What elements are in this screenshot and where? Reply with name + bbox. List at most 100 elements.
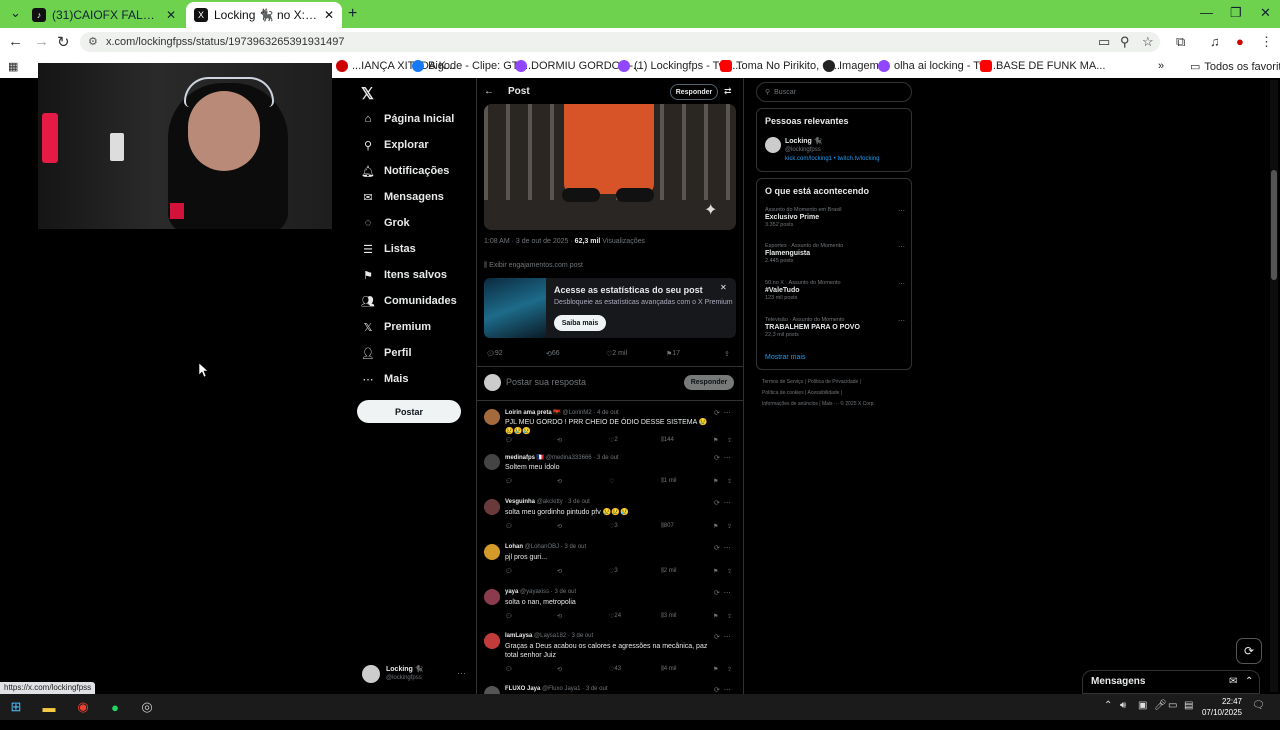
reload-icon[interactable]: ↻ <box>57 33 70 51</box>
footer-links-2[interactable]: Política de cookies | Acessibilidade | <box>762 390 842 396</box>
star-icon[interactable]: ☆ <box>1142 34 1154 50</box>
views-action[interactable]: ⫼ 144 <box>661 437 674 444</box>
close-tab-icon[interactable]: ✕ <box>324 8 334 22</box>
chevron-up-icon[interactable]: ⌃ <box>1104 700 1112 711</box>
notifications-icon[interactable]: 🗨︎ <box>1252 700 1265 711</box>
share-icon[interactable]: ⇪ <box>727 666 732 673</box>
bookmark-icon[interactable]: ⚑ <box>713 523 718 530</box>
bookmark-icon[interactable]: ⚑ <box>713 666 718 673</box>
microphone-icon[interactable]: 🎤︎ <box>1154 700 1167 711</box>
messages-drawer[interactable]: Mensagens ✉ ⌃ <box>1082 670 1260 694</box>
more-icon[interactable]: ⋯ <box>898 207 905 215</box>
avatar[interactable] <box>484 633 500 649</box>
avatar[interactable] <box>484 409 500 425</box>
repost-action[interactable]: ⟲ 66 <box>546 350 560 358</box>
grok-more-icons[interactable]: ⟳ ⋯ <box>714 686 731 694</box>
repost-icon[interactable]: ⟲ <box>557 437 562 444</box>
grok-more-icons[interactable]: ⟳ ⋯ <box>714 409 731 417</box>
bookmark-icon[interactable]: ⚑ <box>713 437 718 444</box>
file-explorer-icon[interactable]: ▬ <box>40 698 58 716</box>
reply-author[interactable]: Vesguinha <box>505 499 535 505</box>
sidebar-item-grok[interactable]: ◌ Grok <box>362 212 410 234</box>
browser-tab-1[interactable]: ♪ (31)CAIOFX FALANDO DO ALB... ✕ <box>24 2 184 28</box>
footer-links-3[interactable]: Informações de anúncios | Mais ··· © 202… <box>762 401 875 407</box>
like-action[interactable]: ♡ 24 <box>609 613 621 620</box>
spotify-icon[interactable]: ● <box>106 698 124 716</box>
volume-icon[interactable]: 🔊︎ <box>1120 700 1126 711</box>
reply-icon[interactable]: 💬︎ <box>505 613 513 620</box>
learn-more-button[interactable]: Saiba mais <box>554 315 606 331</box>
footer-links-1[interactable]: Termos de Serviço | Política de Privacid… <box>762 379 861 385</box>
browser-tab-2[interactable]: X Locking 🐈‍⬛ no X: "explica pra u ✕ <box>186 2 342 28</box>
more-bookmarks-icon[interactable]: » <box>1158 60 1164 72</box>
avatar[interactable] <box>484 544 500 560</box>
media-icon[interactable]: ♫ <box>1210 34 1220 49</box>
avatar[interactable] <box>484 589 500 605</box>
close-icon[interactable]: ✕ <box>720 283 727 292</box>
share-icon[interactable]: ⇪ <box>727 613 732 620</box>
avatar[interactable] <box>484 499 500 515</box>
repost-icon[interactable]: ⟲ <box>557 523 562 530</box>
repost-icon[interactable]: ⟲ <box>557 666 562 673</box>
bookmark-icon[interactable]: ⚑ <box>713 478 718 485</box>
scrollbar-thumb[interactable] <box>1271 170 1277 280</box>
share-icon[interactable]: ⇪ <box>727 478 732 485</box>
reply-author[interactable]: Loirin ama preta 🇦🇴 <box>505 410 561 416</box>
relevant-name[interactable]: Locking 🐈‍⬛ <box>785 137 823 145</box>
post-image[interactable]: ✦ <box>484 104 736 230</box>
restore-icon[interactable]: ❐ <box>1230 5 1242 21</box>
reply-author[interactable]: FLUXO Jaya <box>505 686 540 692</box>
menu-icon[interactable]: ⋮ <box>1260 34 1273 50</box>
views-action[interactable]: ⫼ 2 mil <box>661 568 676 575</box>
like-action[interactable]: ♡ 3 <box>609 568 618 575</box>
reply-icon[interactable]: 💬︎ <box>505 666 513 673</box>
grok-icon[interactable]: ⟳ <box>1236 638 1262 664</box>
views-action[interactable]: ⫼ 4 mil <box>661 666 676 673</box>
profile-avatar-icon[interactable]: ● <box>1236 34 1244 49</box>
forward-icon[interactable]: → <box>34 33 49 50</box>
like-action[interactable]: ♡ 2 mil <box>606 350 627 358</box>
reply-icon[interactable]: 💬︎ <box>505 568 513 575</box>
views-action[interactable]: ⫼ 807 <box>661 523 674 530</box>
reply-tweet[interactable]: Vesguinha @akckitty · 3 de out ⟳ ⋯ solta m… <box>484 499 736 543</box>
trend-item[interactable]: Assunto do Momento em Brasil Exclusivo Pr… <box>765 207 905 228</box>
repost-icon[interactable]: ⟲ <box>557 568 562 575</box>
post-button[interactable]: Postar <box>357 400 461 423</box>
more-icon[interactable]: ⋯ <box>898 243 905 251</box>
reply-icon[interactable]: 💬︎ <box>505 437 513 444</box>
bookmark-icon[interactable]: ⚑ <box>713 568 718 575</box>
account-switcher[interactable]: Locking 🐈‍⬛ @lockingfpss ⋯ <box>362 662 472 688</box>
display-icon[interactable]: ▭ <box>1168 700 1177 711</box>
sidebar-item-explore[interactable]: ⚲ Explorar <box>362 134 429 156</box>
close-window-icon[interactable]: ✕ <box>1260 5 1271 21</box>
relevant-bio[interactable]: kick.com/locking1 • twitch.tv/locking <box>785 156 879 162</box>
grok-more-icons[interactable]: ⟳ ⋯ <box>714 454 731 462</box>
sidebar-item-communities[interactable]: 👥︎ Comunidades <box>361 290 457 312</box>
reply-icon[interactable]: 💬︎ <box>505 478 513 485</box>
sidebar-item-profile[interactable]: 👤︎ Perfil <box>361 342 412 364</box>
close-tab-icon[interactable]: ✕ <box>166 8 176 22</box>
more-icon[interactable]: ⋯ <box>898 280 905 288</box>
reply-icon[interactable]: 💬︎ <box>505 523 513 530</box>
install-app-icon[interactable]: ▭ <box>1098 34 1110 50</box>
avatar[interactable] <box>765 137 781 153</box>
settings-icon[interactable]: ⇄ <box>724 86 732 97</box>
grok-more-icons[interactable]: ⟳ ⋯ <box>714 633 731 641</box>
like-action[interactable]: ♡ <box>609 478 614 485</box>
sidebar-item-notifications[interactable]: 🔔︎ Notificações <box>361 160 449 182</box>
zoom-icon[interactable]: ⚲ <box>1120 34 1130 50</box>
grok-more-icons[interactable]: ⟳ ⋯ <box>714 589 731 597</box>
sidebar-item-messages[interactable]: ✉ Mensagens <box>362 186 444 208</box>
bookmark-6[interactable]: Imagem <box>823 60 879 72</box>
like-action[interactable]: ♡ 3 <box>609 523 618 530</box>
sidebar-item-more[interactable]: ⋯ Mais <box>362 368 409 390</box>
sidebar-item-lists[interactable]: ☰ Listas <box>362 238 416 260</box>
all-favorites[interactable]: ▭Todos os favoritos <box>1190 60 1280 74</box>
reply-author[interactable]: Lohan <box>505 544 523 550</box>
like-action[interactable]: ♡ 2 <box>609 437 618 444</box>
sidebar-item-home[interactable]: ⌂ Página Inicial <box>362 108 455 130</box>
repost-icon[interactable]: ⟲ <box>557 478 562 485</box>
network-icon[interactable]: ▤ <box>1184 700 1193 711</box>
reply-tweet[interactable]: medinafps 🇫🇷 @medina333666 · 3 de out ⟳ ⋯… <box>484 454 736 498</box>
minimize-icon[interactable]: — <box>1200 5 1213 20</box>
